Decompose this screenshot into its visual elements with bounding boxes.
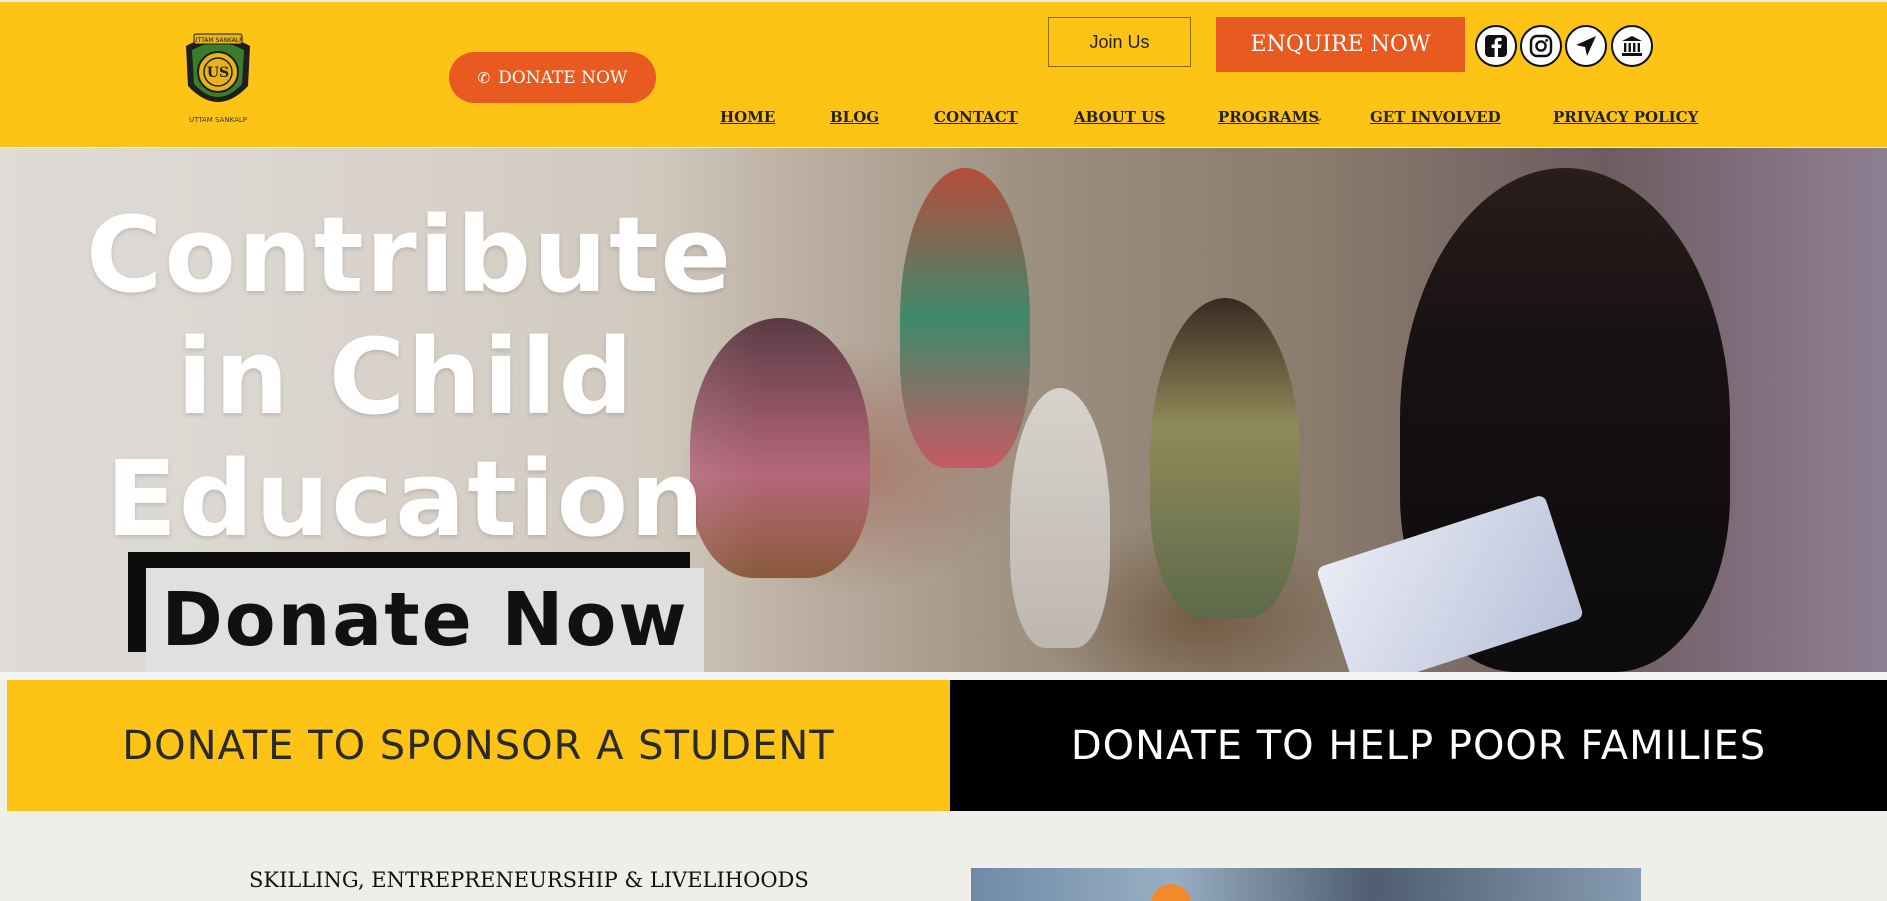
logo-caption: UTTAM SANKALP [189, 116, 247, 124]
section-photo [971, 868, 1641, 901]
nav-privacy-policy[interactable]: PRIVACY POLICY [1553, 108, 1698, 126]
nav-contact[interactable]: CONTACT [934, 108, 1018, 126]
chevron-down-icon[interactable]: ⌄ [1158, 110, 1168, 124]
hero-title-line: Education [105, 438, 707, 560]
logo-banner-text: UTTAM SANKALP [193, 37, 243, 44]
bank-icon[interactable] [1611, 25, 1653, 67]
hero-photo-woman [900, 168, 1030, 468]
enquire-now-button[interactable]: ENQUIRE NOW [1216, 17, 1465, 72]
sponsor-student-button[interactable]: DONATE TO SPONSOR A STUDENT [7, 680, 950, 811]
nav-blog[interactable]: BLOG [830, 108, 879, 126]
nav-get-involved[interactable]: GET INVOLVED [1370, 108, 1501, 126]
hero-donate-now-button[interactable]: Donate Now [146, 568, 704, 672]
header-donate-label: DONATE NOW [498, 67, 628, 88]
divider [0, 672, 1887, 680]
chevron-down-icon[interactable]: ⌄ [1314, 110, 1324, 124]
nav-home[interactable]: HOME [720, 108, 775, 126]
hero-photo-goat [1010, 388, 1110, 648]
section-title: SKILLING, ENTREPRENEURSHIP & LIVELIHOODS [249, 868, 809, 892]
nav-programs[interactable]: PROGRAMS [1218, 108, 1319, 126]
help-families-button[interactable]: DONATE TO HELP POOR FAMILIES [950, 680, 1887, 811]
facebook-icon[interactable] [1475, 25, 1517, 67]
site-header: US UTTAM SANKALP UTTAM SANKALP ✆ DONATE … [0, 0, 1887, 147]
uttam-sankalp-logo[interactable]: US UTTAM SANKALP UTTAM SANKALP [176, 26, 260, 126]
hero-slider[interactable]: Contribute in Child Education Donate Now [0, 148, 1887, 672]
hero-title-line: Contribute [86, 194, 734, 316]
header-donate-button[interactable]: ✆ DONATE NOW [449, 52, 656, 103]
hero-photo-child [1150, 298, 1300, 618]
hero-title-line: in Child [177, 316, 635, 438]
join-us-button[interactable]: Join Us [1048, 17, 1191, 67]
instagram-icon[interactable] [1520, 25, 1562, 67]
logo-monogram: US [207, 65, 229, 81]
hero-title: Contribute in Child Education [86, 194, 734, 560]
nav-about-us[interactable]: ABOUT US [1074, 108, 1165, 126]
location-arrow-icon[interactable] [1565, 25, 1607, 67]
phone-icon: ✆ [477, 68, 491, 87]
